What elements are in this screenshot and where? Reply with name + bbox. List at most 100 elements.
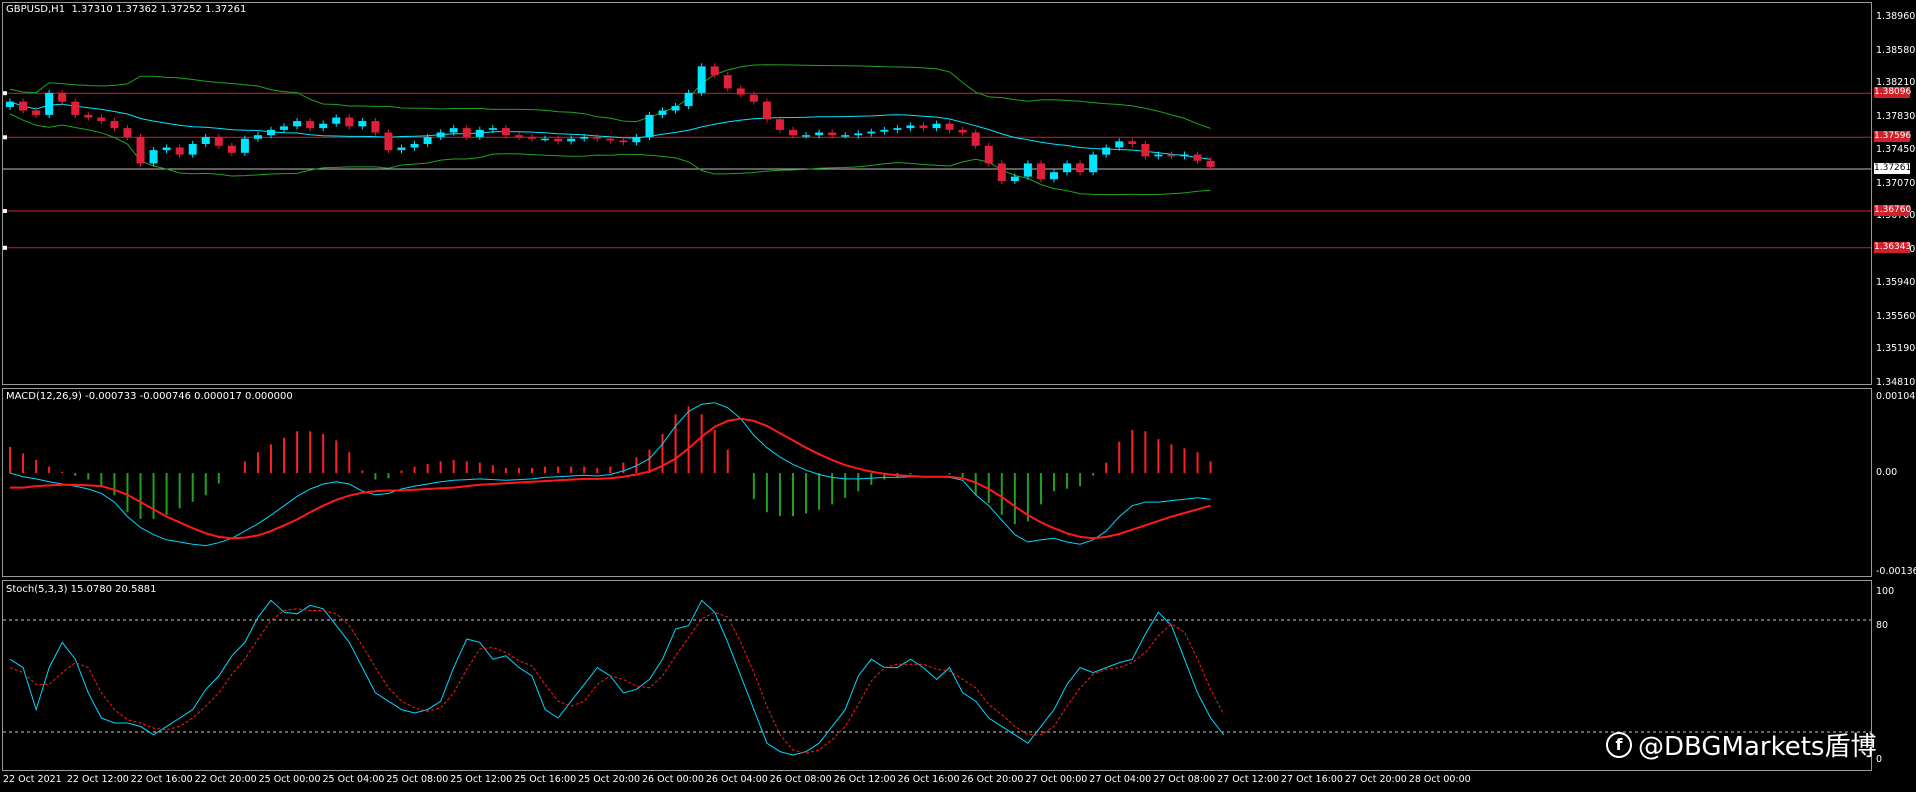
price-tick-label: 1.35940 xyxy=(1876,277,1916,289)
candle xyxy=(1023,160,1032,180)
level-lines xyxy=(3,91,1871,250)
candle xyxy=(906,122,915,132)
price-tick-label: 1.35560 xyxy=(1876,310,1916,322)
candle xyxy=(475,126,484,141)
candle xyxy=(384,129,393,154)
candle-body xyxy=(488,128,497,130)
time-tick-label: 27 Oct 00:00 xyxy=(1025,774,1088,785)
candle xyxy=(136,133,145,167)
candle-body xyxy=(932,123,941,129)
candle-body xyxy=(1154,154,1163,157)
price-tick-label: 1.37830 xyxy=(1876,110,1916,122)
candle-body xyxy=(345,117,354,127)
candle-body xyxy=(528,136,536,139)
candle xyxy=(775,116,784,133)
candle-body xyxy=(149,150,158,164)
candle-body xyxy=(775,119,784,130)
price-tick-label: 1.38580 xyxy=(1876,44,1916,56)
candle-body xyxy=(123,128,132,137)
candle xyxy=(214,133,223,149)
candle xyxy=(110,117,119,132)
candle-body xyxy=(71,101,80,115)
candle-body xyxy=(397,147,406,151)
candle xyxy=(162,144,171,154)
candle-body xyxy=(671,106,680,111)
candle xyxy=(58,89,67,105)
candle-body xyxy=(332,117,341,124)
time-tick-label: 25 Oct 20:00 xyxy=(578,774,641,785)
candle xyxy=(880,126,889,135)
candle-body xyxy=(501,128,510,136)
candle xyxy=(253,132,262,142)
price-tick-label: 1.37070 xyxy=(1876,177,1916,189)
level-marker xyxy=(3,245,7,250)
candle-body xyxy=(762,101,771,120)
price-pane-title: GBPUSD,H1 1.37310 1.37362 1.37252 1.3726… xyxy=(6,4,246,16)
candle-body xyxy=(201,136,210,144)
candle-body xyxy=(893,128,902,130)
candle-body xyxy=(1167,154,1176,157)
macd-tick-label: 0.00 xyxy=(1876,467,1898,479)
candle-body xyxy=(945,123,954,130)
candle xyxy=(32,107,41,118)
time-tick-label: 22 Oct 2021 xyxy=(3,774,62,785)
candle xyxy=(149,147,158,167)
candle xyxy=(227,142,236,156)
level-marker xyxy=(3,91,7,96)
candle-body xyxy=(984,145,993,164)
candle-body xyxy=(267,129,275,136)
candle-body xyxy=(958,129,967,133)
candle xyxy=(945,120,954,133)
candle-body xyxy=(789,129,797,136)
candle-body xyxy=(658,110,667,115)
candle xyxy=(541,135,550,142)
time-tick-label: 27 Oct 12:00 xyxy=(1217,774,1280,785)
candle-body xyxy=(384,132,393,151)
candle xyxy=(528,133,536,142)
current-price-tag: 1.37261 xyxy=(1874,163,1912,174)
candle xyxy=(736,85,745,98)
watermark-text: @DBGMarkets盾博 xyxy=(1638,732,1877,762)
candle-body xyxy=(723,75,732,89)
macd-tick-label: 0.001049 xyxy=(1876,391,1916,402)
candle-body xyxy=(997,163,1006,182)
candle-body xyxy=(84,114,93,118)
level-tag: 1.38096 xyxy=(1874,87,1912,99)
candle-body xyxy=(828,132,837,136)
candle-body xyxy=(136,136,145,164)
candle-body xyxy=(410,143,419,148)
candle xyxy=(267,126,275,139)
candle-body xyxy=(554,138,563,142)
macd-tick-label: -0.001364 xyxy=(1876,566,1916,577)
candle-body xyxy=(280,126,289,130)
candle-body xyxy=(1115,141,1124,148)
candle-body xyxy=(919,125,928,129)
time-tick-label: 26 Oct 16:00 xyxy=(897,774,960,785)
candle xyxy=(97,114,106,125)
time-tick-label: 22 Oct 12:00 xyxy=(66,774,129,785)
candle-body xyxy=(162,147,171,151)
price-tick-label: 1.35190 xyxy=(1876,343,1916,355)
candle xyxy=(71,98,80,118)
candle-body xyxy=(423,136,432,144)
candle-body xyxy=(593,136,602,139)
candle-body xyxy=(684,92,693,107)
candle-body xyxy=(567,138,576,142)
candle-body xyxy=(710,66,719,76)
candle-body xyxy=(19,101,28,111)
candle xyxy=(358,117,367,130)
time-tick-label: 25 Oct 04:00 xyxy=(322,774,385,785)
candle-body xyxy=(45,92,54,115)
candle xyxy=(1141,140,1150,160)
price-tick-label: 1.37450 xyxy=(1876,144,1916,156)
candle-body xyxy=(906,125,915,129)
time-tick-label: 28 Oct 00:00 xyxy=(1408,774,1471,785)
stoch-pane xyxy=(3,599,1871,756)
candle xyxy=(619,137,628,146)
level-tag: 1.37596 xyxy=(1874,131,1912,143)
candle xyxy=(1010,173,1019,185)
candle xyxy=(436,129,445,141)
candle-body xyxy=(240,138,249,153)
candle xyxy=(1193,151,1202,164)
candle-body xyxy=(1010,176,1019,182)
